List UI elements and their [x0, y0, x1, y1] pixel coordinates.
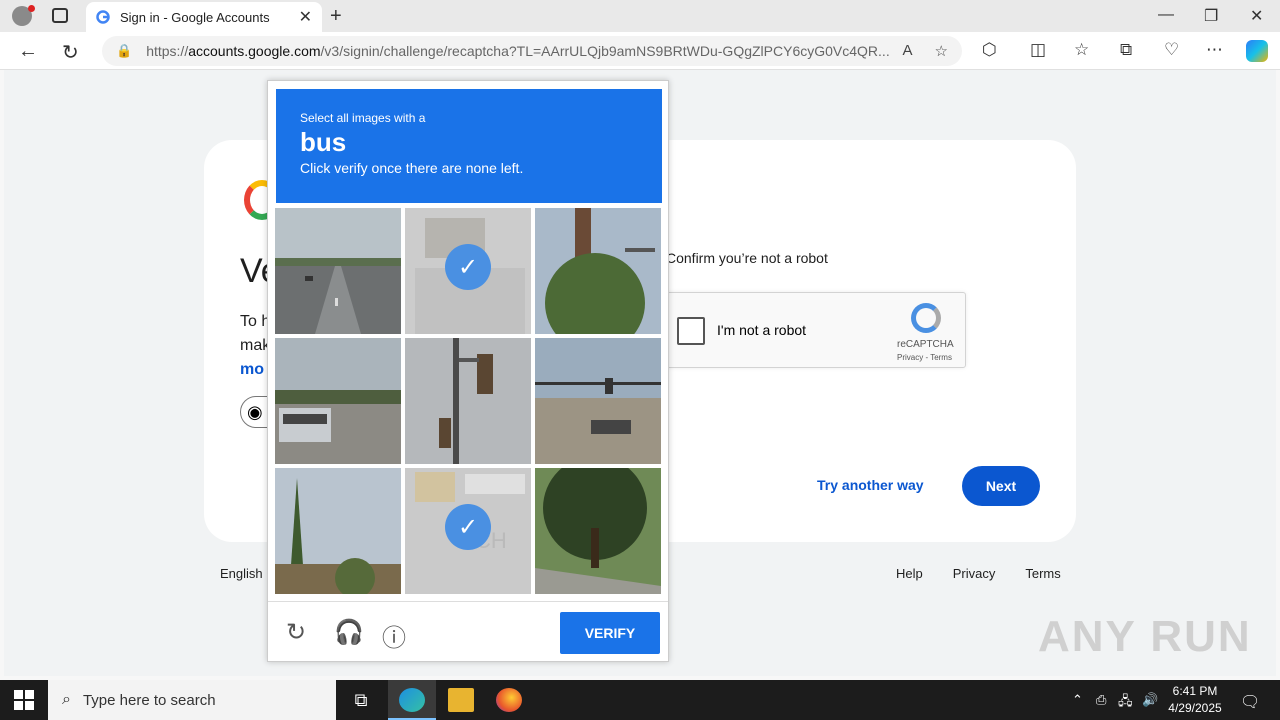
- recaptcha-challenge: Select all images with a bus Click verif…: [267, 80, 669, 662]
- challenge-tile-6[interactable]: [535, 338, 661, 464]
- search-placeholder: Type here to search: [82, 691, 216, 709]
- anyrun-watermark: ANY RUN: [1038, 612, 1252, 661]
- highway-image: [275, 208, 401, 334]
- refresh-icon[interactable]: ↻: [62, 40, 79, 65]
- info-icon[interactable]: ⓘ: [382, 618, 406, 653]
- url-domain: accounts.google.com: [188, 43, 321, 59]
- back-icon[interactable]: ←: [18, 40, 38, 63]
- collections-icon[interactable]: ⧉: [1120, 40, 1132, 60]
- challenge-tile-7[interactable]: [275, 468, 401, 594]
- language-selector[interactable]: English (: [220, 566, 271, 581]
- challenge-tile-4[interactable]: [275, 338, 401, 464]
- challenge-tile-2[interactable]: ✓: [405, 208, 531, 334]
- taskbar: ⌕ Type here to search ⧉ ⌃ ⎙ 🖧 🔊 6:41 PM …: [0, 680, 1280, 720]
- traffic-light-image: [405, 338, 531, 464]
- footer-terms-link[interactable]: Terms: [1025, 566, 1060, 581]
- close-tab-icon[interactable]: ✕: [299, 7, 312, 27]
- tray-overflow-icon[interactable]: ⌃: [1072, 692, 1083, 708]
- browser-essentials-icon[interactable]: ♡: [1164, 40, 1179, 60]
- tower-tree-image: [535, 208, 661, 334]
- trees-sky-image: [275, 468, 401, 594]
- challenge-hint: Click verify once there are none left.: [300, 160, 524, 176]
- intersection-image: [535, 338, 661, 464]
- try-another-way-link[interactable]: Try another way: [817, 477, 924, 493]
- taskbar-search[interactable]: ⌕ Type here to search: [48, 680, 336, 720]
- lock-icon[interactable]: 🔒: [116, 43, 132, 59]
- favorite-star-icon[interactable]: ☆: [935, 42, 948, 60]
- edge-icon[interactable]: [399, 688, 425, 712]
- selected-check-icon: ✓: [445, 244, 491, 290]
- close-window-icon[interactable]: ✕: [1250, 6, 1263, 26]
- challenge-target: bus: [300, 127, 347, 157]
- recaptcha-widget: I'm not a robot reCAPTCHA Privacy - Term…: [666, 292, 966, 368]
- challenge-header: Select all images with a bus Click verif…: [276, 89, 662, 203]
- read-aloud-icon[interactable]: A: [903, 42, 913, 60]
- account-icon: ◉: [247, 401, 263, 422]
- next-button[interactable]: Next: [962, 466, 1040, 506]
- tab-actions-icon[interactable]: [52, 8, 68, 23]
- tab-google-signin[interactable]: Sign in - Google Accounts ✕: [86, 2, 322, 32]
- address-bar[interactable]: 🔒 https://accounts.google.com/v3/signin/…: [102, 36, 962, 66]
- clock-time: 6:41 PM: [1172, 684, 1218, 698]
- clock-date: 4/29/2025: [1168, 701, 1222, 715]
- challenge-instruction: Select all images with a: [300, 111, 426, 125]
- favorites-icon[interactable]: ☆: [1074, 40, 1089, 60]
- not-robot-label: I'm not a robot: [717, 322, 807, 338]
- recaptcha-links[interactable]: Privacy - Terms: [897, 353, 952, 362]
- selected-check-icon: ✓: [445, 504, 491, 550]
- copilot-icon[interactable]: [1246, 40, 1268, 62]
- not-robot-checkbox[interactable]: [677, 317, 705, 345]
- taskbar-clock[interactable]: 6:41 PM 4/29/2025: [1160, 683, 1230, 717]
- challenge-tile-8[interactable]: CH ✓: [405, 468, 531, 594]
- task-view-icon[interactable]: ⧉: [348, 688, 374, 712]
- challenge-footer: ↻ 🎧 ⓘ VERIFY: [268, 601, 668, 661]
- recaptcha-brand: reCAPTCHA: [897, 339, 954, 350]
- more-menu-icon[interactable]: ⋯: [1206, 40, 1223, 60]
- page-description: To h mak mo: [240, 310, 270, 382]
- tree-sidewalk-image: [535, 468, 661, 594]
- verify-button[interactable]: VERIFY: [560, 612, 660, 654]
- google-favicon-icon: [96, 10, 110, 24]
- restore-icon[interactable]: ❐: [1204, 6, 1218, 26]
- audio-challenge-icon[interactable]: 🎧: [334, 618, 364, 647]
- desc-line-1: To h: [240, 313, 271, 330]
- new-tab-icon[interactable]: +: [330, 5, 342, 28]
- confirm-text: Confirm you’re not a robot: [666, 250, 828, 266]
- learn-more-link[interactable]: mo: [240, 358, 270, 382]
- challenge-tile-3[interactable]: [535, 208, 661, 334]
- volume-icon[interactable]: 🔊: [1142, 692, 1158, 708]
- challenge-tile-9[interactable]: [535, 468, 661, 594]
- recaptcha-logo-icon: [911, 303, 941, 333]
- notifications-icon[interactable]: 🗨: [1240, 692, 1260, 712]
- firefox-icon[interactable]: [496, 688, 522, 712]
- footer-links: Help Privacy Terms: [896, 566, 1061, 581]
- url-path: /v3/signin/challenge/recaptcha?TL=AArrUL…: [320, 43, 890, 59]
- network-icon[interactable]: 🖧: [1118, 692, 1133, 714]
- tab-bar: Sign in - Google Accounts ✕ + — ❐ ✕: [0, 0, 1280, 32]
- challenge-tile-1[interactable]: [275, 208, 401, 334]
- bus-highway-image: [275, 338, 401, 464]
- tray-device-icon[interactable]: ⎙: [1096, 692, 1106, 708]
- split-screen-icon[interactable]: ◫: [1030, 40, 1046, 60]
- footer-help-link[interactable]: Help: [896, 566, 923, 581]
- file-explorer-icon[interactable]: [448, 688, 474, 712]
- notification-dot: [28, 5, 35, 12]
- url-prefix: https://: [146, 43, 189, 59]
- challenge-tile-5[interactable]: [405, 338, 531, 464]
- start-button[interactable]: [14, 690, 34, 710]
- reload-challenge-icon[interactable]: ↻: [286, 618, 306, 647]
- extensions-icon[interactable]: ⬡: [982, 40, 997, 60]
- footer-privacy-link[interactable]: Privacy: [953, 566, 996, 581]
- tab-title: Sign in - Google Accounts: [120, 9, 270, 25]
- minimize-icon[interactable]: —: [1158, 6, 1174, 24]
- desc-line-2: mak: [240, 337, 271, 354]
- browser-toolbar: ← ↻ 🔒 https://accounts.google.com/v3/sig…: [0, 32, 1280, 70]
- search-icon: ⌕: [62, 691, 71, 708]
